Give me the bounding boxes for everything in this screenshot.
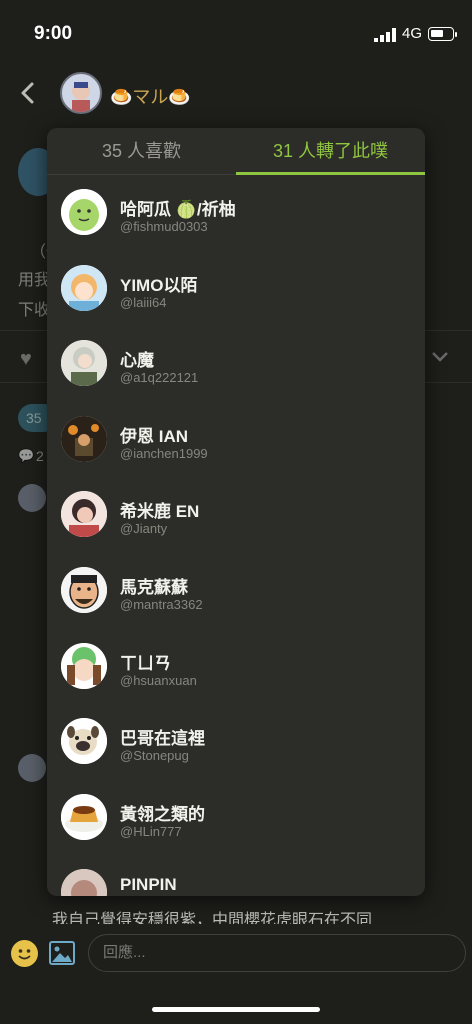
user-name: 馬克蘇蘇 bbox=[120, 577, 188, 597]
post-text-line: 用我 bbox=[18, 272, 51, 289]
avatar[interactable] bbox=[61, 869, 107, 896]
user-row[interactable]: 馬克蘇蘇 @mantra3362 bbox=[47, 553, 425, 629]
avatar[interactable] bbox=[61, 189, 107, 235]
user-row[interactable]: 伊恩 IAN @ianchen1999 bbox=[47, 402, 425, 478]
avatar[interactable] bbox=[61, 793, 107, 840]
user-row[interactable]: 希米鹿 EN @Jianty bbox=[47, 477, 425, 553]
chevron-down-icon[interactable] bbox=[430, 350, 450, 364]
user-list: 哈阿瓜 🍈/祈柚 @fishmud0303 YIMO以陌 @laiii64 心魔… bbox=[47, 175, 425, 896]
comment-count: 2 bbox=[36, 448, 44, 464]
reply-input[interactable]: 回應... bbox=[88, 934, 466, 972]
avatar[interactable] bbox=[61, 491, 107, 538]
user-name: 巴哥在這裡 bbox=[120, 729, 205, 749]
clock: 9:00 bbox=[34, 23, 73, 44]
user-name: ㄒㄩㄢ bbox=[120, 653, 171, 673]
user-row[interactable]: 心魔 @a1q222121 bbox=[47, 326, 425, 402]
tabs: 35 人喜歡 31 人轉了此噗 bbox=[47, 128, 425, 175]
replurk-list-modal: 35 人喜歡 31 人轉了此噗 哈阿瓜 🍈/祈柚 @fishmud0303 YI… bbox=[47, 128, 425, 896]
commenter-avatar[interactable] bbox=[18, 754, 46, 782]
user-name: YIMO以陌 bbox=[120, 275, 198, 295]
user-handle: @Stonepug bbox=[120, 748, 189, 764]
network-type: 4G bbox=[402, 25, 423, 42]
user-handle: @hsuanxuan bbox=[120, 672, 197, 688]
user-handle: @laiii64 bbox=[120, 294, 167, 310]
user-row[interactable]: 黃翎之類的 @HLin777 bbox=[47, 780, 425, 856]
avatar[interactable] bbox=[61, 415, 107, 462]
user-handle: @a1q222121 bbox=[120, 370, 199, 386]
avatar[interactable] bbox=[61, 642, 107, 689]
poster-avatar[interactable] bbox=[60, 72, 102, 114]
commenter-avatar[interactable] bbox=[18, 484, 46, 512]
user-row[interactable]: 巴哥在這裡 @Stonepug bbox=[47, 704, 425, 780]
user-row[interactable]: PINPIN bbox=[47, 855, 425, 896]
user-handle: @mantra3362 bbox=[120, 596, 203, 612]
avatar[interactable] bbox=[61, 264, 107, 311]
user-name: 希米鹿 EN bbox=[120, 502, 200, 522]
user-row[interactable]: 哈阿瓜 🍈/祈柚 @fishmud0303 bbox=[47, 175, 425, 251]
battery-icon bbox=[428, 27, 457, 41]
tab-likes[interactable]: 35 人喜歡 bbox=[47, 128, 236, 174]
avatar[interactable] bbox=[61, 718, 107, 765]
user-handle: @ianchen1999 bbox=[120, 445, 208, 461]
comment-icon: 💬 bbox=[18, 448, 35, 463]
user-handle: @HLin777 bbox=[120, 823, 182, 839]
user-row[interactable]: YIMO以陌 @laiii64 bbox=[47, 251, 425, 327]
avatar[interactable] bbox=[61, 566, 107, 613]
post-text-line: 下收 bbox=[18, 302, 51, 319]
heart-icon[interactable]: ♥ bbox=[20, 348, 32, 371]
home-indicator[interactable] bbox=[152, 1007, 320, 1012]
signal-icon bbox=[374, 28, 396, 42]
user-name: PINPIN bbox=[120, 875, 177, 895]
avatar[interactable] bbox=[61, 340, 107, 387]
user-name: 黃翎之類的 bbox=[120, 804, 205, 824]
emoji-icon[interactable] bbox=[11, 940, 38, 967]
poster-name[interactable]: 🍮マル🍮 bbox=[110, 83, 191, 109]
image-icon[interactable] bbox=[49, 941, 75, 965]
user-handle: @fishmud0303 bbox=[120, 219, 208, 234]
user-handle: @Jianty bbox=[120, 521, 168, 537]
user-name: 心魔 bbox=[120, 351, 154, 371]
back-arrow-icon[interactable] bbox=[14, 78, 44, 108]
tab-replurks[interactable]: 31 人轉了此噗 bbox=[236, 128, 425, 174]
user-row[interactable]: ㄒㄩㄢ @hsuanxuan bbox=[47, 629, 425, 705]
user-name: 伊恩 IAN bbox=[120, 426, 188, 446]
header: 🍮マル🍮 bbox=[0, 64, 472, 124]
user-name: 哈阿瓜 🍈/祈柚 bbox=[120, 200, 236, 219]
status-bar: 9:00 4G bbox=[0, 0, 472, 64]
